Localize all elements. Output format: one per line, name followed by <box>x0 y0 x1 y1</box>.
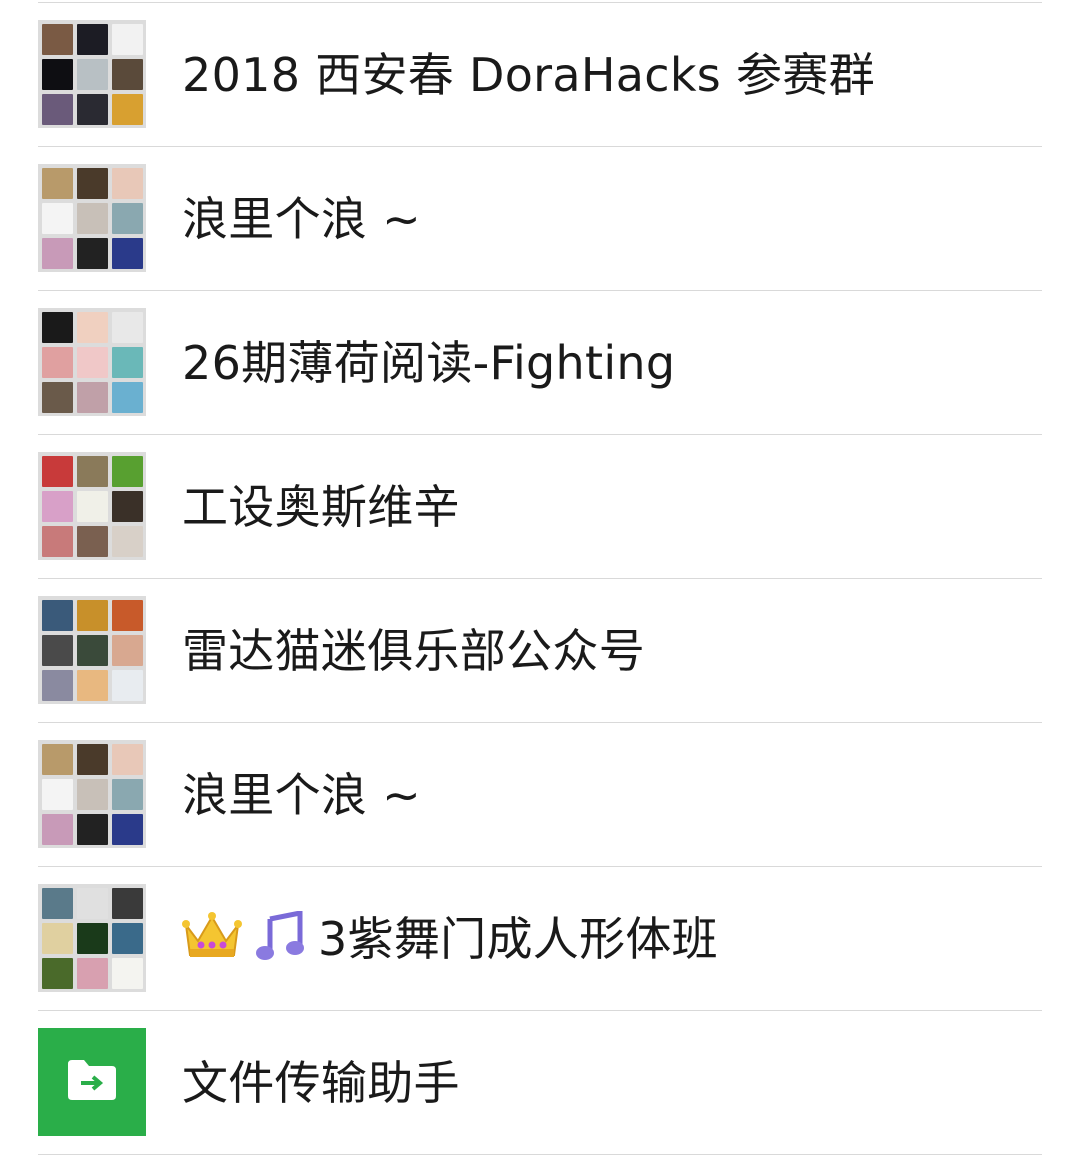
chat-list: 2018 西安春 DoraHacks 参赛群 浪里个浪 ~ 26期薄荷阅读-Fi… <box>0 3 1080 1155</box>
member-avatar-thumb <box>42 312 73 343</box>
member-avatar-thumb <box>42 94 73 125</box>
group-avatar <box>38 20 146 128</box>
chat-title: 26期薄荷阅读-Fighting <box>182 336 676 390</box>
chat-row-langligelang[interactable]: 浪里个浪 ~ <box>0 147 1080 291</box>
member-avatar-thumb <box>42 814 73 845</box>
member-avatar-thumb <box>77 94 108 125</box>
chat-title: 文件传输助手 <box>182 1056 460 1110</box>
member-avatar-thumb <box>77 635 108 666</box>
member-avatar-thumb <box>42 526 73 557</box>
member-avatar-thumb <box>77 382 108 413</box>
member-avatar-thumb <box>42 635 73 666</box>
member-avatar-thumb <box>77 958 108 989</box>
member-avatar-thumb <box>42 491 73 522</box>
member-avatar-thumb <box>112 168 143 199</box>
member-avatar-thumb <box>112 203 143 234</box>
group-avatar <box>38 308 146 416</box>
member-avatar-thumb <box>42 203 73 234</box>
member-avatar-thumb <box>77 779 108 810</box>
member-avatar-thumb <box>112 491 143 522</box>
music-note-emoji <box>256 909 304 975</box>
member-avatar-thumb <box>42 456 73 487</box>
group-avatar <box>38 452 146 560</box>
crown-emoji <box>182 911 242 975</box>
member-avatar-thumb <box>77 888 108 919</box>
chat-row-langligelang-2[interactable]: 浪里个浪 ~ <box>0 723 1080 867</box>
chat-row-mint-reading[interactable]: 26期薄荷阅读-Fighting <box>0 291 1080 435</box>
member-avatar-thumb <box>112 347 143 378</box>
member-avatar-thumb <box>112 456 143 487</box>
chat-title: 工设奥斯维辛 <box>182 480 460 534</box>
chat-row-gongshe[interactable]: 工设奥斯维辛 <box>0 435 1080 579</box>
member-avatar-thumb <box>77 24 108 55</box>
chat-title-text: 3紫舞门成人形体班 <box>318 912 718 966</box>
member-avatar-thumb <box>112 635 143 666</box>
chat-row-dorahacks[interactable]: 2018 西安春 DoraHacks 参赛群 <box>0 3 1080 147</box>
group-avatar <box>38 740 146 848</box>
group-avatar <box>38 596 146 704</box>
member-avatar-thumb <box>42 24 73 55</box>
member-avatar-thumb <box>112 958 143 989</box>
member-avatar-thumb <box>42 382 73 413</box>
member-avatar-thumb <box>112 600 143 631</box>
chat-row-dance-class[interactable]: 3紫舞门成人形体班 <box>0 867 1080 1011</box>
member-avatar-thumb <box>112 888 143 919</box>
member-avatar-thumb <box>77 203 108 234</box>
member-avatar-thumb <box>77 59 108 90</box>
member-avatar-thumb <box>42 59 73 90</box>
group-avatar <box>38 884 146 992</box>
chat-title: 2018 西安春 DoraHacks 参赛群 <box>182 48 875 102</box>
chat-title: 浪里个浪 ~ <box>182 768 421 822</box>
chat-title: 浪里个浪 ~ <box>182 192 421 246</box>
member-avatar-thumb <box>77 670 108 701</box>
member-avatar-thumb <box>112 744 143 775</box>
member-avatar-thumb <box>77 238 108 269</box>
member-avatar-thumb <box>42 744 73 775</box>
member-avatar-thumb <box>77 491 108 522</box>
group-avatar <box>38 164 146 272</box>
member-avatar-thumb <box>112 59 143 90</box>
member-avatar-thumb <box>112 779 143 810</box>
member-avatar-thumb <box>42 238 73 269</box>
member-avatar-thumb <box>112 923 143 954</box>
member-avatar-thumb <box>77 600 108 631</box>
row-divider <box>38 1154 1042 1155</box>
chat-title: 3紫舞门成人形体班 <box>182 909 718 975</box>
member-avatar-thumb <box>77 923 108 954</box>
member-avatar-thumb <box>112 238 143 269</box>
member-avatar-thumb <box>77 456 108 487</box>
member-avatar-thumb <box>42 958 73 989</box>
member-avatar-thumb <box>112 24 143 55</box>
chat-row-radar-cat[interactable]: 雷达猫迷俱乐部公众号 <box>0 579 1080 723</box>
member-avatar-thumb <box>42 670 73 701</box>
member-avatar-thumb <box>112 382 143 413</box>
member-avatar-thumb <box>77 312 108 343</box>
member-avatar-thumb <box>42 923 73 954</box>
member-avatar-thumb <box>112 814 143 845</box>
member-avatar-thumb <box>77 526 108 557</box>
member-avatar-thumb <box>42 168 73 199</box>
folder-transfer-icon <box>66 1058 118 1106</box>
chat-title: 雷达猫迷俱乐部公众号 <box>182 624 645 678</box>
member-avatar-thumb <box>42 347 73 378</box>
member-avatar-thumb <box>77 168 108 199</box>
chat-row-file-transfer[interactable]: 文件传输助手 <box>0 1011 1080 1155</box>
file-transfer-avatar <box>38 1028 146 1136</box>
member-avatar-thumb <box>42 779 73 810</box>
member-avatar-thumb <box>112 312 143 343</box>
member-avatar-thumb <box>112 670 143 701</box>
member-avatar-thumb <box>77 744 108 775</box>
member-avatar-thumb <box>112 94 143 125</box>
member-avatar-thumb <box>42 600 73 631</box>
member-avatar-thumb <box>77 814 108 845</box>
member-avatar-thumb <box>77 347 108 378</box>
member-avatar-thumb <box>112 526 143 557</box>
member-avatar-thumb <box>42 888 73 919</box>
